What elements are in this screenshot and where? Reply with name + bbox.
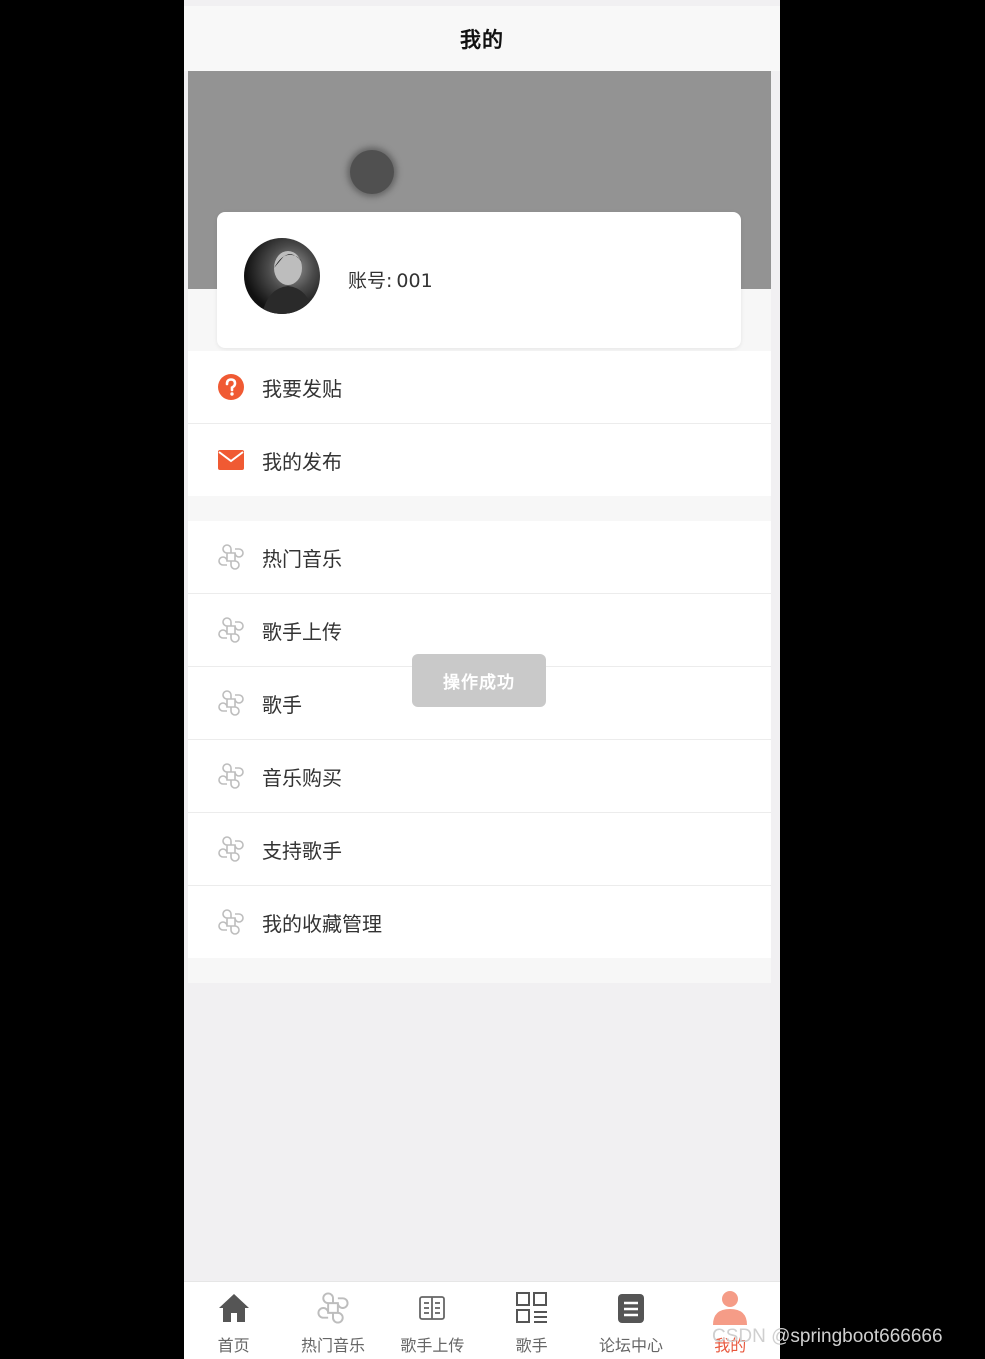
menu-item-label: 我的发布: [262, 449, 342, 474]
document-icon: [612, 1288, 650, 1328]
command-icon: [217, 689, 245, 717]
watermark: CSDN @springboot666666: [712, 1326, 943, 1347]
menu-item-favorites[interactable]: 我的收藏管理: [188, 886, 771, 958]
tab-label: 首页: [217, 1336, 250, 1355]
menu-group-features: 热门音乐 歌手上传 歌手 音乐购买 支持歌手 我的收藏管理: [188, 521, 771, 958]
tab-hot-music[interactable]: 热门音乐: [283, 1282, 382, 1359]
question-circle-icon: [217, 373, 245, 401]
tab-forum[interactable]: 论坛中心: [581, 1282, 680, 1359]
toast-message: 操作成功: [412, 654, 546, 707]
book-icon: [413, 1288, 451, 1328]
menu-item-hot-music[interactable]: 热门音乐: [188, 521, 771, 594]
avatar-photo-icon: [262, 251, 314, 314]
person-icon: [711, 1288, 749, 1328]
mail-icon: [217, 446, 245, 474]
tab-singer[interactable]: 歌手: [482, 1282, 581, 1359]
menu-item-label: 我要发贴: [262, 376, 342, 401]
menu-item-post[interactable]: 我要发贴: [188, 351, 771, 424]
phone-screen: 我的 账号: 001 我要发贴 我的发布 热门音乐 歌手上传 歌手 音乐购买 支…: [184, 0, 780, 1359]
menu-item-label: 歌手上传: [262, 619, 342, 644]
home-icon: [215, 1288, 253, 1328]
grid-list-icon: [513, 1288, 551, 1328]
loading-indicator: [350, 150, 394, 194]
menu-item-music-purchase[interactable]: 音乐购买: [188, 740, 771, 813]
menu-item-label: 音乐购买: [262, 765, 342, 790]
account-value: 001: [396, 270, 433, 292]
tab-home[interactable]: 首页: [184, 1282, 283, 1359]
account-info: 账号: 001: [348, 266, 433, 293]
command-icon: [314, 1288, 352, 1328]
avatar[interactable]: [244, 238, 320, 314]
tab-label: 歌手上传: [400, 1336, 465, 1355]
tab-singer-upload[interactable]: 歌手上传: [383, 1282, 482, 1359]
menu-item-label: 热门音乐: [262, 546, 342, 571]
command-icon: [217, 908, 245, 936]
tab-bar: 首页 热门音乐 歌手上传 歌手 论坛中心 我的: [184, 1281, 780, 1359]
menu-item-label: 支持歌手: [262, 838, 342, 863]
tab-label: 论坛中心: [598, 1336, 663, 1355]
profile-card[interactable]: 账号: 001: [217, 212, 741, 348]
menu-item-label: 歌手: [262, 692, 302, 717]
page-title: 我的: [460, 27, 504, 52]
command-icon: [217, 762, 245, 790]
tab-label: 歌手: [515, 1336, 548, 1355]
command-icon: [217, 835, 245, 863]
tab-label: 热门音乐: [300, 1336, 365, 1355]
menu-item-my-posts[interactable]: 我的发布: [188, 424, 771, 496]
menu-item-label: 我的收藏管理: [262, 911, 382, 936]
command-icon: [217, 616, 245, 644]
account-label: 账号:: [348, 270, 393, 292]
menu-item-support-singer[interactable]: 支持歌手: [188, 813, 771, 886]
command-icon: [217, 543, 245, 571]
menu-group-posts: 我要发贴 我的发布: [188, 351, 771, 496]
navigation-bar: 我的: [184, 6, 780, 71]
